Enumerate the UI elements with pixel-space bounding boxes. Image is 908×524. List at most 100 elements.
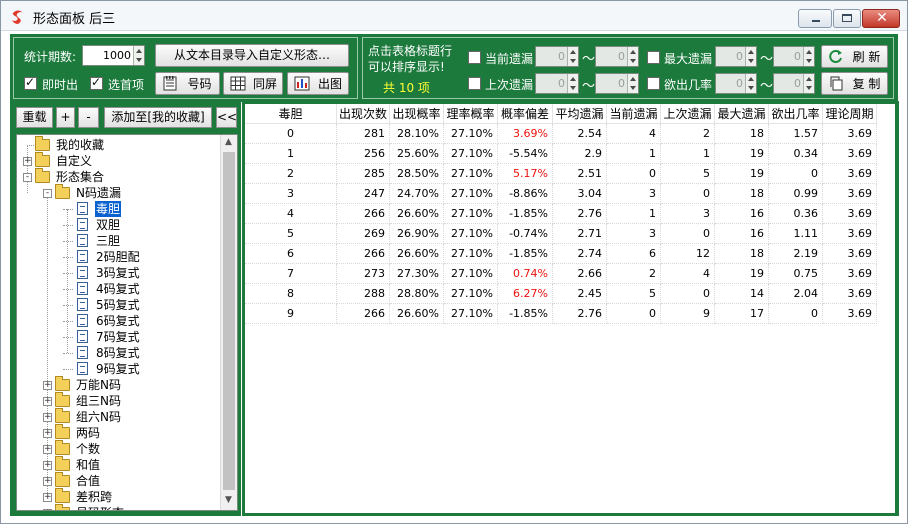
tree-item[interactable]: 3码复式 xyxy=(17,265,217,281)
scrollbar-thumb[interactable] xyxy=(223,152,235,490)
tree-item[interactable]: 9码复式 xyxy=(17,361,217,377)
spinner-arrows-icon[interactable] xyxy=(567,74,578,93)
current-miss-checkbox[interactable] xyxy=(468,51,481,64)
spinner-arrows-icon[interactable] xyxy=(745,74,756,93)
tree-item[interactable]: 4码复式 xyxy=(17,281,217,297)
tree-item[interactable]: 5码复式 xyxy=(17,297,217,313)
table-row[interactable]: 2 285 28.50% 27.10% 5.17% 2.51 0 5 19 0 3.69 xyxy=(245,164,877,184)
tree-item[interactable]: 7码复式 xyxy=(17,329,217,345)
desire-rate-min-spinner[interactable]: 0 xyxy=(715,73,757,94)
minimize-button[interactable] xyxy=(798,9,832,28)
copy-button[interactable]: 复 制 xyxy=(821,72,888,95)
spinner-arrows-icon[interactable] xyxy=(745,47,756,66)
expand-icon[interactable]: + xyxy=(43,397,52,406)
tree-item[interactable]: + 两码 xyxy=(17,424,217,441)
first-item-checkbox[interactable] xyxy=(90,75,103,90)
scroll-up-icon[interactable]: ▲ xyxy=(225,137,232,147)
tree-item[interactable]: 6码复式 xyxy=(17,313,217,329)
title-bar[interactable]: 形态面板 后三 ✕ xyxy=(1,1,907,31)
table-row[interactable]: 9 266 26.60% 27.10% -1.85% 2.76 0 9 17 0 3.69 xyxy=(245,304,877,324)
scroll-down-icon[interactable]: ▼ xyxy=(225,495,232,505)
table-row[interactable]: 1 256 25.60% 27.10% -5.54% 2.9 1 1 19 0.34 3.69 xyxy=(245,144,877,164)
spinner-arrows-icon[interactable] xyxy=(567,47,578,66)
spinner-arrows-icon[interactable] xyxy=(803,47,814,66)
last-miss-checkbox[interactable] xyxy=(468,77,481,90)
max-miss-checkbox[interactable] xyxy=(647,51,660,64)
expand-icon[interactable]: + xyxy=(23,157,32,166)
reload-button[interactable]: 重载 xyxy=(16,107,53,128)
maximize-button[interactable] xyxy=(833,9,861,28)
column-header-col-theory-rate[interactable]: 理率概率 xyxy=(444,104,498,124)
tree-item[interactable]: 毒胆 xyxy=(17,201,217,217)
spinner-arrows-icon[interactable] xyxy=(627,74,638,93)
column-header-col-occurrence-rate[interactable]: 出现概率 xyxy=(390,104,444,124)
expand-icon[interactable]: + xyxy=(43,461,52,470)
column-header-col-max-miss[interactable]: 最大遗漏 xyxy=(715,104,769,124)
period-spinner[interactable]: 1000 xyxy=(82,45,145,66)
realtime-checkbox[interactable] xyxy=(24,75,37,90)
desire-rate-max-spinner[interactable]: 0 xyxy=(773,73,815,94)
same-screen-button[interactable]: 同屏 xyxy=(223,72,283,95)
collapse-icon[interactable]: - xyxy=(23,173,32,182)
column-header-col-cast[interactable]: 毒胆 xyxy=(245,104,337,124)
import-text-dir-button[interactable]: 从文本目录导入自定义形态… xyxy=(155,44,349,67)
column-header-col-theory-period[interactable]: 理论周期 xyxy=(823,104,877,124)
max-miss-max-spinner[interactable]: 0 xyxy=(773,46,815,67)
table-row[interactable]: 3 247 24.70% 27.10% -8.86% 3.04 3 0 18 0.99 3.69 xyxy=(245,184,877,204)
table-row[interactable]: 0 281 28.10% 27.10% 3.69% 2.54 4 2 18 1.57 3.69 xyxy=(245,124,877,144)
tree-item[interactable]: - N码遗漏 xyxy=(17,184,217,201)
add-to-favorites-button[interactable]: 添加至[我的收藏] xyxy=(104,107,212,128)
column-header-col-desire-rate[interactable]: 欲出几率 xyxy=(769,104,823,124)
expand-all-button[interactable]: + xyxy=(56,107,75,128)
last-miss-min-spinner[interactable]: 0 xyxy=(535,73,579,94)
tree-item[interactable]: + 合值 xyxy=(17,472,217,489)
spinner-arrows-icon[interactable] xyxy=(803,74,814,93)
form-tree[interactable]: ▲ ▼ 我的收藏 + 自定义 - 形态集合 - N码遗漏 毒胆 双胆 三胆 2码胆配 3码复式 4码复式… xyxy=(16,134,238,511)
column-header-col-current-miss[interactable]: 当前遗漏 xyxy=(607,104,661,124)
table-row[interactable]: 8 288 28.80% 27.10% 6.27% 2.45 5 0 14 2.04 3.69 xyxy=(245,284,877,304)
tree-scrollbar[interactable]: ▲ ▼ xyxy=(220,135,237,510)
tree-item[interactable]: 8码复式 xyxy=(17,345,217,361)
expand-icon[interactable]: + xyxy=(43,413,52,422)
chart-button[interactable]: 出图 xyxy=(287,72,349,95)
spinner-arrows-icon[interactable] xyxy=(133,46,144,65)
table-row[interactable]: 4 266 26.60% 27.10% -1.85% 2.76 1 3 16 0.36 3.69 xyxy=(245,204,877,224)
tree-item[interactable]: + 个数 xyxy=(17,440,217,457)
expand-icon[interactable]: + xyxy=(43,509,52,510)
number-button[interactable]: 号码 xyxy=(155,72,220,95)
tree-item[interactable]: + 组三N码 xyxy=(17,392,217,409)
table-row[interactable]: 7 273 27.30% 27.10% 0.74% 2.66 2 4 19 0.75 3.69 xyxy=(245,264,877,284)
desire-rate-checkbox[interactable] xyxy=(647,77,660,90)
expand-icon[interactable]: + xyxy=(43,445,52,454)
max-miss-min-spinner[interactable]: 0 xyxy=(715,46,757,67)
tree-item[interactable]: + 万能N码 xyxy=(17,376,217,393)
current-miss-max-spinner[interactable]: 0 xyxy=(595,46,639,67)
table-row[interactable]: 5 269 26.90% 27.10% -0.74% 2.71 3 0 16 1.11 3.69 xyxy=(245,224,877,244)
expand-icon[interactable]: + xyxy=(43,381,52,390)
close-button[interactable]: ✕ xyxy=(862,9,900,28)
column-header-col-deviation[interactable]: 概率偏差 xyxy=(498,104,553,124)
table-row[interactable]: 6 266 26.60% 27.10% -1.85% 2.74 6 12 18 2.19 3.69 xyxy=(245,244,877,264)
column-header-col-last-miss[interactable]: 上次遗漏 xyxy=(661,104,715,124)
last-miss-max-spinner[interactable]: 0 xyxy=(595,73,639,94)
expand-icon[interactable]: + xyxy=(43,493,52,502)
tree-item[interactable]: + 自定义 xyxy=(17,152,217,169)
hide-panel-button[interactable]: << xyxy=(216,107,237,128)
tree-item[interactable]: - 形态集合 xyxy=(17,168,217,185)
expand-icon[interactable]: + xyxy=(43,429,52,438)
column-header-col-occurrences[interactable]: 出现次数 xyxy=(337,104,390,124)
tree-item[interactable]: 双胆 xyxy=(17,217,217,233)
collapse-all-button[interactable]: - xyxy=(78,107,99,128)
column-header-col-avg-miss[interactable]: 平均遗漏 xyxy=(553,104,607,124)
tree-item[interactable]: 我的收藏 xyxy=(17,136,217,153)
tree-item[interactable]: + 和值 xyxy=(17,456,217,473)
tree-item[interactable]: + 号码形态 xyxy=(17,504,217,510)
collapse-icon[interactable]: - xyxy=(43,189,52,198)
tree-item[interactable]: 三胆 xyxy=(17,233,217,249)
refresh-button[interactable]: 刷 新 xyxy=(821,45,888,68)
stats-table[interactable]: 毒胆 出现次数 出现概率 理率概率 概率偏差 平均遗漏 当前遗漏 上次遗漏 最大遗漏 欲出几率 理论… xyxy=(245,104,895,513)
spinner-arrows-icon[interactable] xyxy=(627,47,638,66)
tree-item[interactable]: + 差积跨 xyxy=(17,488,217,505)
current-miss-min-spinner[interactable]: 0 xyxy=(535,46,579,67)
expand-icon[interactable]: + xyxy=(43,477,52,486)
